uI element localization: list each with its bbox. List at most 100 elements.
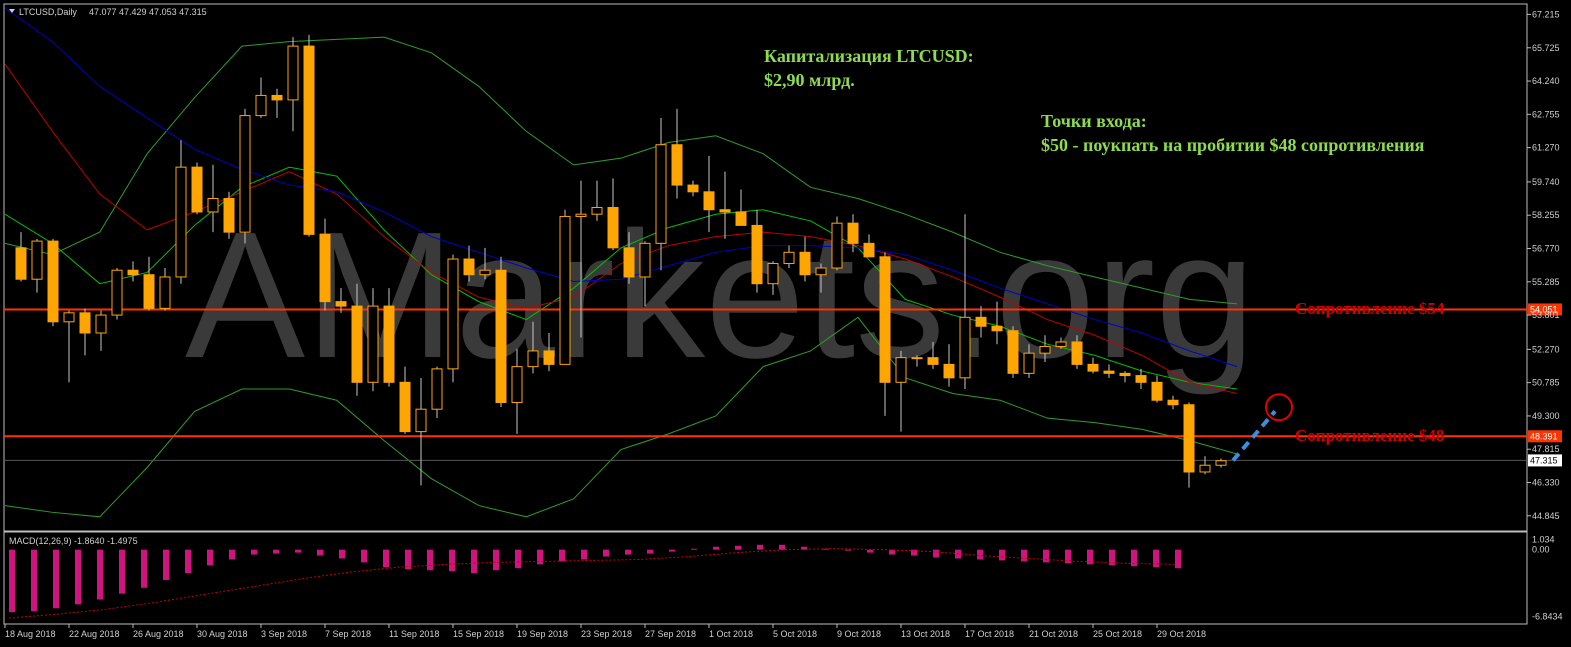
entry-points-title: Точки входа: [1041,111,1147,131]
x-tick-label: 7 Sep 2018 [325,629,371,639]
candle-body [479,269,491,276]
candle-body [863,242,875,258]
candle-body [751,224,763,285]
candle-body [927,357,939,365]
macd-y-tick-label: 1.034 [1532,535,1555,545]
macd-bar [757,544,763,550]
x-tick-label: 9 Oct 2018 [837,629,881,639]
x-tick-label: 18 Aug 2018 [5,629,56,639]
candle-body [399,381,411,433]
candle-body [31,240,43,280]
candle-body [895,357,907,383]
macd-bar [581,549,587,560]
candle-body [15,247,27,280]
candle-body [847,222,859,244]
candle-body [175,166,187,278]
candle-body [799,251,811,276]
candle-body [719,209,731,213]
macd-bar [779,544,785,550]
candle-body [239,115,251,233]
macd-bar [97,549,103,600]
macd-bar [1043,549,1049,563]
candle-body [527,350,539,368]
candle-body [1183,404,1195,473]
candle-body [223,198,235,233]
y-tick-label: 47.815 [1532,444,1560,454]
resistance-48-label: Сопротивление $48 [1295,426,1444,445]
candle-body [111,269,123,316]
macd-bar [53,549,59,609]
candle-body [543,350,555,365]
candle-body [1023,352,1035,374]
candle-body [47,240,59,323]
price-chart[interactable]: AMarkets.org 54.05148.39147.315 1.0340.0… [0,0,1571,647]
macd-bar [999,549,1005,561]
macd-bar [647,549,653,554]
candle-body [975,316,987,327]
macd-bar [31,549,37,612]
x-tick-label: 1 Oct 2018 [709,629,753,639]
candle-body [95,314,107,334]
macd-bar [845,549,851,551]
macd-bar [625,549,631,555]
candle-body [1199,464,1211,473]
macd-bar [229,549,235,560]
x-tick-label: 21 Oct 2018 [1029,629,1078,639]
candle-body [943,363,955,379]
candle-body [511,366,523,403]
candle-body [1055,341,1067,347]
candle-body [79,312,91,334]
y-tick-label: 59.740 [1532,177,1560,187]
macd-bar [933,549,939,558]
x-tick-label: 5 Oct 2018 [773,629,817,639]
candle-body [911,357,923,360]
candle-body [879,256,891,383]
candle-body [1007,330,1019,374]
candle-body [255,94,267,117]
macd-bar [295,549,301,553]
candle-body [559,215,571,365]
symbol-label: LTCUSD,Daily [19,7,77,17]
macd-bar [515,549,521,569]
macd-bar [471,549,477,574]
macd-bar [339,549,345,559]
macd-bar [163,549,169,580]
candle-body [703,191,715,211]
macd-bar [1175,549,1181,569]
candle-body [639,242,651,278]
y-tick-label: 55.285 [1532,277,1560,287]
candle-body [495,269,507,403]
x-tick-label: 29 Oct 2018 [1157,629,1206,639]
candle-body [735,211,747,226]
macd-bar [207,549,213,566]
macd-bar [713,546,719,550]
candle-body [127,269,139,276]
candle-body [1151,381,1163,401]
candle-body [351,305,363,383]
x-tick-label: 23 Sep 2018 [581,629,632,639]
macd-y-tick-label: 0.00 [1532,545,1550,555]
candle-body [607,206,619,249]
x-tick-label: 26 Aug 2018 [133,629,184,639]
macd-bar [273,549,279,554]
macd-bar [141,549,147,588]
candle-body [447,258,459,370]
candle-body [1087,363,1099,372]
candle-body [367,305,379,383]
candle-body [575,213,587,217]
candle-body [783,251,795,265]
entry-points-value: $50 - поукпать на пробитии $48 сопротивл… [1041,135,1425,155]
candle-body [319,233,331,303]
macd-bar [537,549,543,565]
x-tick-label: 22 Aug 2018 [69,629,120,639]
candle-body [655,144,667,244]
candle-body [1167,399,1179,406]
macd-bar [735,545,741,550]
candle-body [671,144,683,186]
macd-y-tick-label: -6.8434 [1532,612,1563,622]
y-tick-label: 46.330 [1532,478,1560,488]
macd-bar [559,549,565,562]
candle-body [287,45,299,101]
candle-body [271,94,283,101]
x-tick-label: 27 Sep 2018 [645,629,696,639]
